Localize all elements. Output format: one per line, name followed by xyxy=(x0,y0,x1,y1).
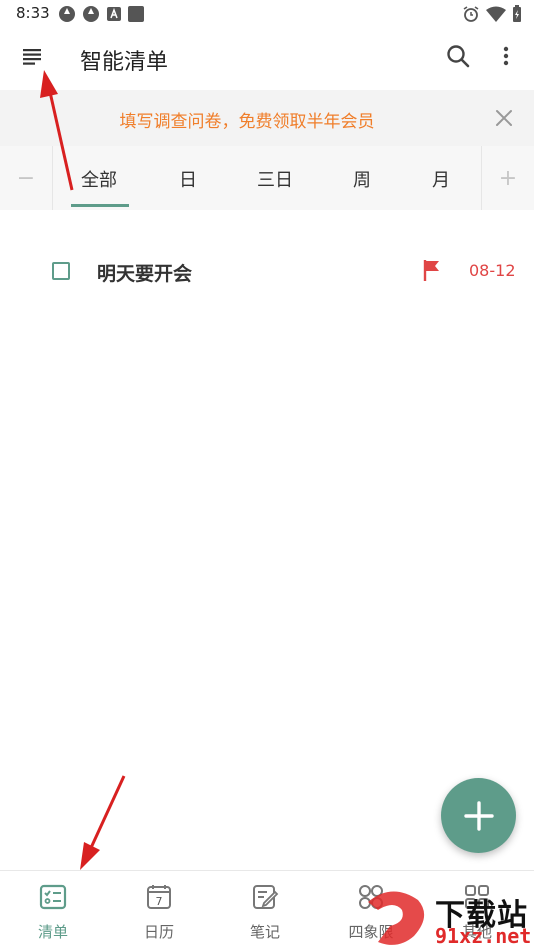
note-edit-icon xyxy=(253,885,279,909)
more-vertical-icon[interactable] xyxy=(492,42,520,70)
add-task-button[interactable] xyxy=(441,778,516,853)
range-tabs: − 全部 日 三日 周 月 + xyxy=(0,146,534,210)
flag-icon xyxy=(423,260,439,281)
task-date: 08-12 xyxy=(469,261,516,280)
range-minus-button[interactable]: − xyxy=(0,146,53,210)
app-bar: 智能清单 xyxy=(0,28,534,90)
tab-all[interactable]: 全部 xyxy=(81,166,117,192)
square-notification-icon xyxy=(128,6,144,22)
calendar-icon: 7 xyxy=(147,885,171,909)
banner-text[interactable]: 填写调查问卷，免费领取半年会员 xyxy=(0,107,494,132)
status-bar: 8:33 xyxy=(0,0,534,28)
plus-icon xyxy=(463,800,494,831)
alarm-icon xyxy=(463,6,479,22)
search-icon[interactable] xyxy=(444,42,472,70)
notification-icons xyxy=(58,5,144,23)
range-plus-button[interactable]: + xyxy=(481,146,534,210)
aperture-icon xyxy=(83,6,99,22)
promo-banner[interactable]: 填写调查问卷，免费领取半年会员 xyxy=(0,90,534,146)
system-icons xyxy=(462,5,522,23)
tab-day[interactable]: 日 xyxy=(179,166,197,192)
app-a-icon xyxy=(107,7,121,21)
page-title: 智能清单 xyxy=(80,50,169,75)
arrow-to-list-tab xyxy=(80,775,126,870)
tab-month[interactable]: 月 xyxy=(432,166,450,192)
nav-item-notes[interactable]: 笔记 xyxy=(212,871,318,951)
nav-label-list: 清单 xyxy=(37,923,68,941)
watermark-url: 91xz.net xyxy=(435,924,532,948)
close-icon[interactable] xyxy=(490,104,518,132)
tab-three-days[interactable]: 三日 xyxy=(257,166,293,192)
tab-week[interactable]: 周 xyxy=(353,166,371,192)
tab-indicator xyxy=(71,204,129,207)
nav-item-list[interactable]: 清单 xyxy=(0,871,106,951)
checklist-icon xyxy=(39,884,67,910)
menu-icon[interactable] xyxy=(18,42,46,70)
list-item[interactable]: 明天要开会 08-12 xyxy=(0,240,534,300)
wifi-icon xyxy=(486,6,506,22)
task-title: 明天要开会 xyxy=(97,263,193,285)
status-time: 8:33 xyxy=(16,4,50,22)
nav-item-calendar[interactable]: 7 日历 xyxy=(106,871,212,951)
nav-label-calendar: 日历 xyxy=(143,923,174,941)
calendar-day-number: 7 xyxy=(156,895,163,908)
battery-icon xyxy=(513,5,521,22)
task-checkbox[interactable] xyxy=(52,262,70,280)
aperture-icon xyxy=(59,6,75,22)
nav-label-notes: 笔记 xyxy=(249,923,280,941)
